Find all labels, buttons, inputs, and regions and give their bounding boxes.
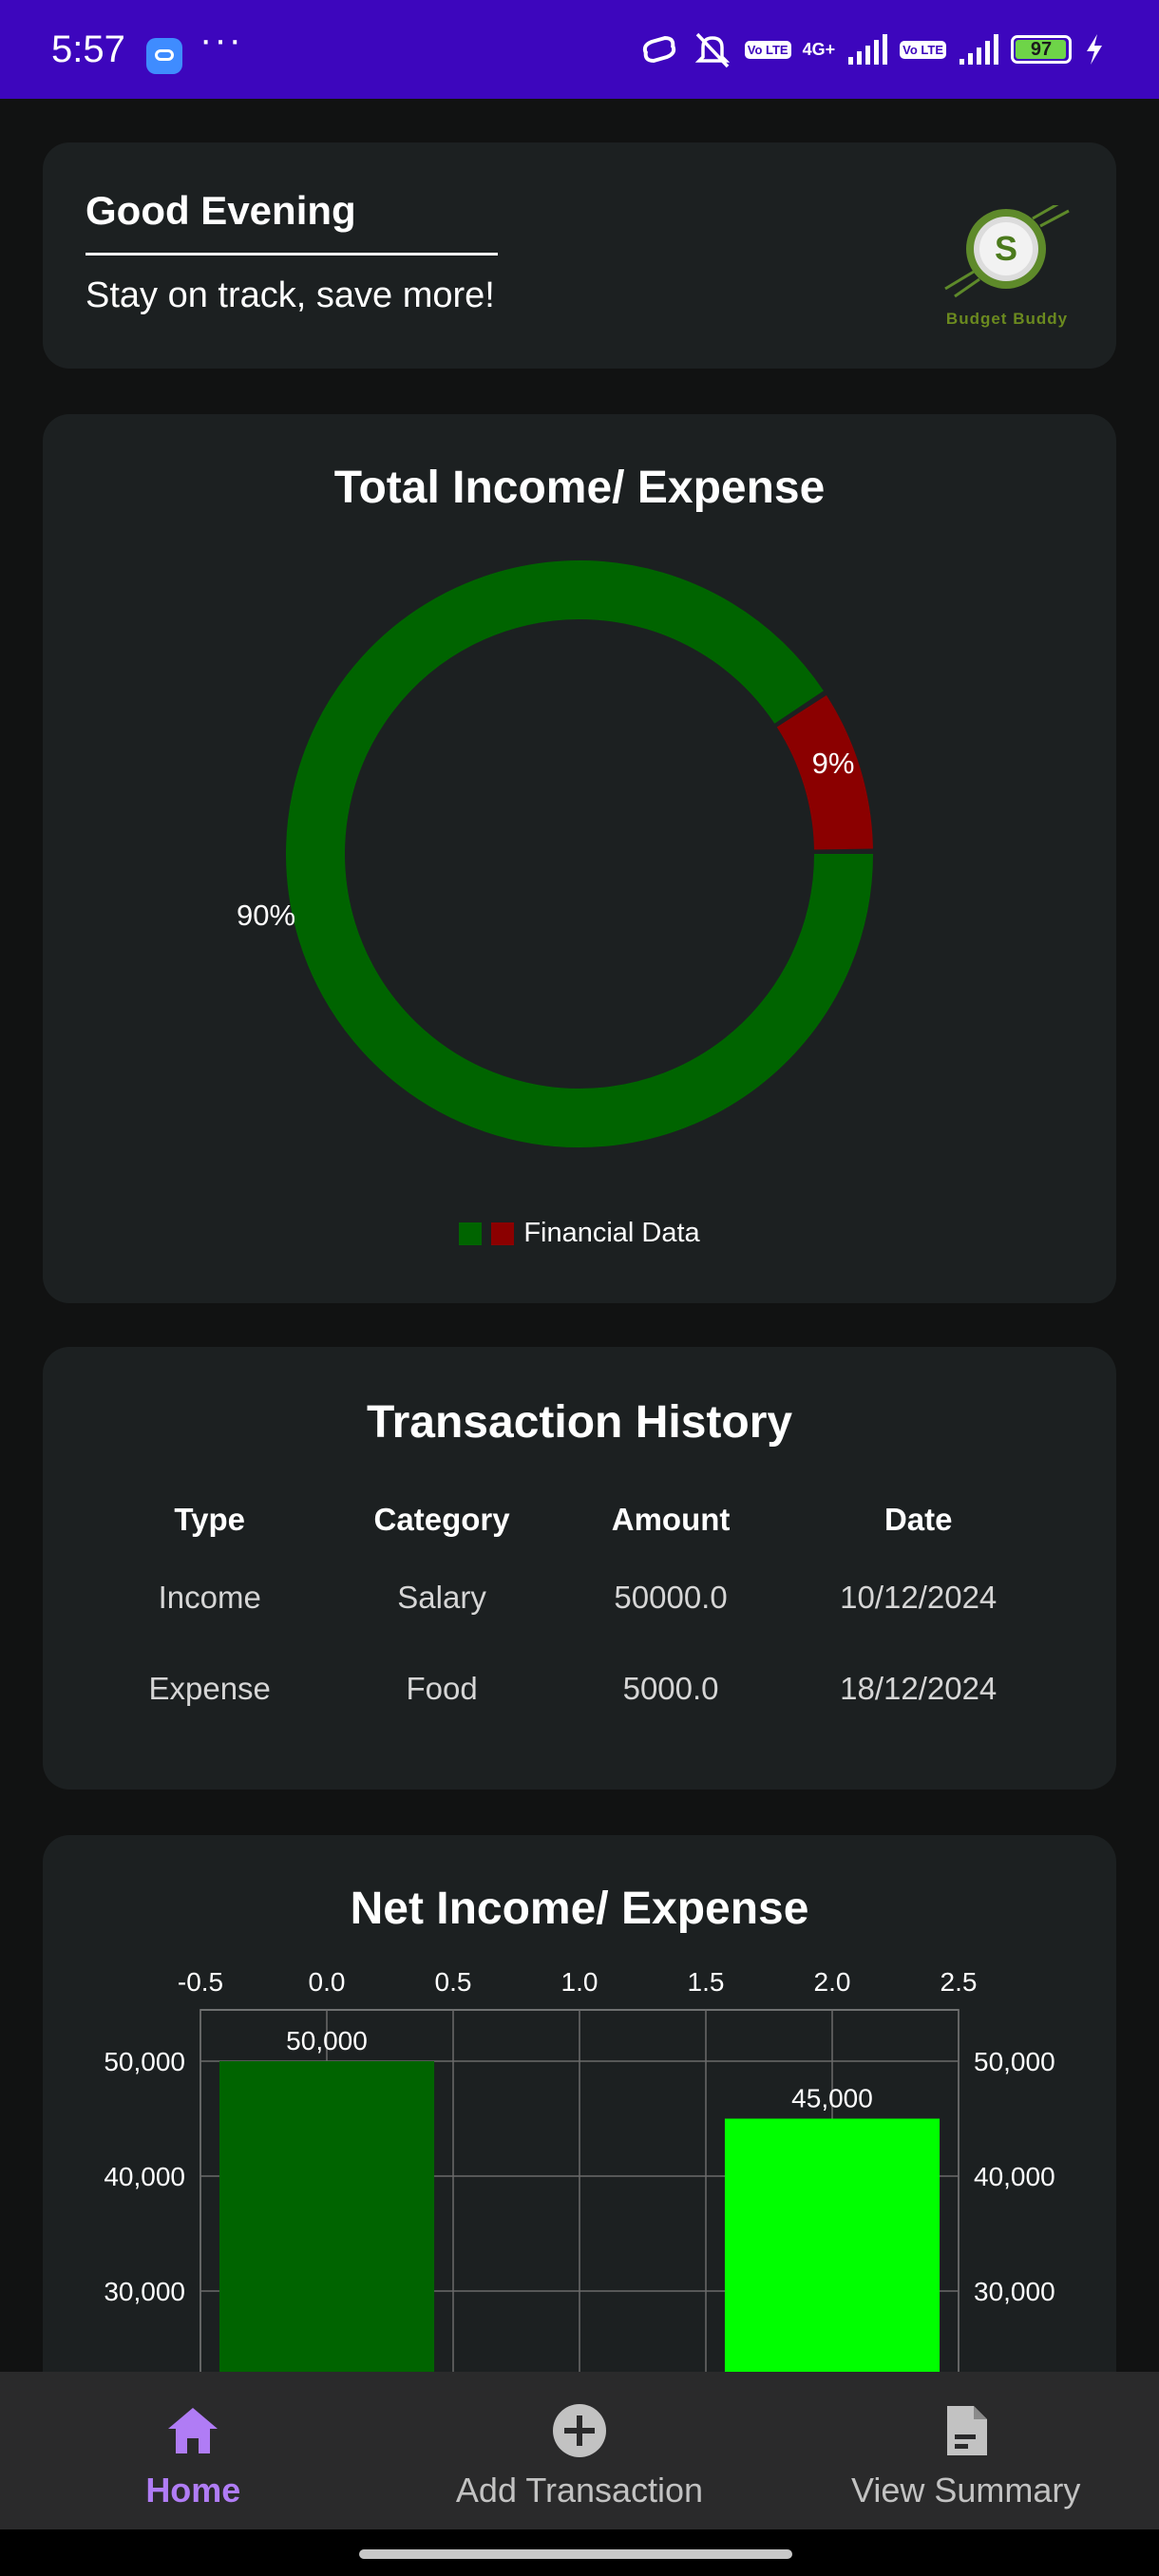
column-header-amount: Amount <box>611 1502 731 1537</box>
y-tick-label-right: 40,000 <box>974 2162 1055 2191</box>
nav-view-summary-label: View Summary <box>850 2471 1081 2510</box>
greeting-card: Good Evening Stay on track, save more! S… <box>43 142 1116 369</box>
volte-badge: Vo LTE <box>744 40 791 59</box>
signal-icon <box>848 34 888 65</box>
bottom-navigation: Home Add Transaction View Summary <box>0 2372 1159 2529</box>
app-logo: S Budget Buddy <box>926 201 1088 329</box>
link-app-icon <box>146 38 182 74</box>
cell-type: Income <box>158 1580 261 1615</box>
add-circle-icon <box>553 2404 606 2457</box>
x-tick-label: 2.0 <box>814 1967 851 1997</box>
history-table: Type Category Amount Date Income Salary … <box>100 1487 1059 1734</box>
network-type: 4G+ <box>802 39 836 59</box>
home-icon <box>168 2408 218 2453</box>
y-tick-label-left: 30,000 <box>104 2277 185 2306</box>
history-title: Transaction History <box>366 1397 793 1448</box>
charging-icon <box>1087 34 1102 65</box>
logo-coin-icon: S <box>944 201 1070 298</box>
column-header-category: Category <box>373 1502 510 1537</box>
legend-swatch-expense <box>491 1222 515 1245</box>
nav-view-summary[interactable]: View Summary <box>772 2372 1159 2529</box>
x-tick-label: 0.5 <box>435 1967 472 1997</box>
link-icon <box>642 35 675 64</box>
table-row: Income Salary 50000.0 10/12/2024 <box>100 1552 1059 1643</box>
x-tick-label: -0.5 <box>178 1967 223 1997</box>
bell-muted-icon <box>694 32 730 68</box>
status-bar: 5:57 ··· Vo LTE 4G+ Vo LTE 97 <box>0 0 1159 99</box>
greeting-subtitle: Stay on track, save more! <box>86 275 495 315</box>
pie-slice-expense <box>776 694 873 851</box>
nav-home[interactable]: Home <box>0 2372 387 2529</box>
cell-type: Expense <box>148 1671 271 1706</box>
status-icons: Vo LTE 4G+ Vo LTE 97 <box>638 28 1106 70</box>
battery-icon: 97 <box>1011 35 1072 64</box>
column-header-date: Date <box>884 1502 953 1537</box>
bar-value-label: 45,000 <box>791 2084 873 2113</box>
nav-add-transaction[interactable]: Add Transaction <box>387 2372 773 2529</box>
x-tick-label: 1.5 <box>688 1967 725 1997</box>
y-tick-label-left: 40,000 <box>104 2162 185 2191</box>
logo-text: Budget Buddy <box>945 310 1069 328</box>
legend-swatch-income <box>459 1222 483 1245</box>
pie-legend: Financial Data <box>43 1218 1116 1249</box>
more-notifications-icon: ··· <box>200 19 243 61</box>
volte-badge-2: Vo LTE <box>900 40 946 59</box>
document-icon <box>946 2406 987 2455</box>
table-row: Expense Food 5000.0 18/12/2024 <box>100 1643 1059 1734</box>
y-tick-label-left: 50,000 <box>104 2047 185 2076</box>
income-expense-pie-card: Total Income/ Expense 90% 9% Financial Da… <box>43 414 1116 1303</box>
logo-letter: S <box>995 229 1017 268</box>
nav-add-transaction-label: Add Transaction <box>455 2471 704 2510</box>
history-header-row: Type Category Amount Date <box>100 1487 1059 1552</box>
signal-icon-2 <box>960 34 998 65</box>
bar-value-label: 50,000 <box>286 2026 368 2055</box>
cell-amount: 50000.0 <box>614 1580 728 1615</box>
x-tick-label: 1.0 <box>561 1967 598 1997</box>
nav-home-label: Home <box>145 2471 241 2510</box>
home-indicator[interactable] <box>359 2549 792 2559</box>
status-time: 5:57 <box>51 28 125 70</box>
legend-label: Financial Data <box>523 1218 700 1248</box>
cell-category: Food <box>406 1671 478 1706</box>
x-tick-label: 2.5 <box>940 1967 978 1997</box>
cell-date: 18/12/2024 <box>840 1671 998 1706</box>
y-tick-label-right: 30,000 <box>974 2277 1055 2306</box>
x-tick-label: 0.0 <box>309 1967 346 1997</box>
transaction-history-card: Transaction History Type Category Amount… <box>43 1347 1116 1790</box>
pie-label-income: 90% <box>237 899 295 932</box>
pie-label-expense: 9% <box>812 747 855 780</box>
greeting-divider <box>86 253 498 256</box>
cell-date: 10/12/2024 <box>840 1580 998 1615</box>
cell-category: Salary <box>397 1580 486 1615</box>
greeting-title: Good Evening <box>86 188 356 233</box>
pie-slice-income <box>286 560 873 1147</box>
battery-level: 97 <box>1030 39 1053 60</box>
cell-amount: 5000.0 <box>622 1671 719 1706</box>
pie-chart: 90% 9% <box>237 560 873 1147</box>
column-header-type: Type <box>174 1502 245 1537</box>
y-tick-label-right: 50,000 <box>974 2047 1055 2076</box>
